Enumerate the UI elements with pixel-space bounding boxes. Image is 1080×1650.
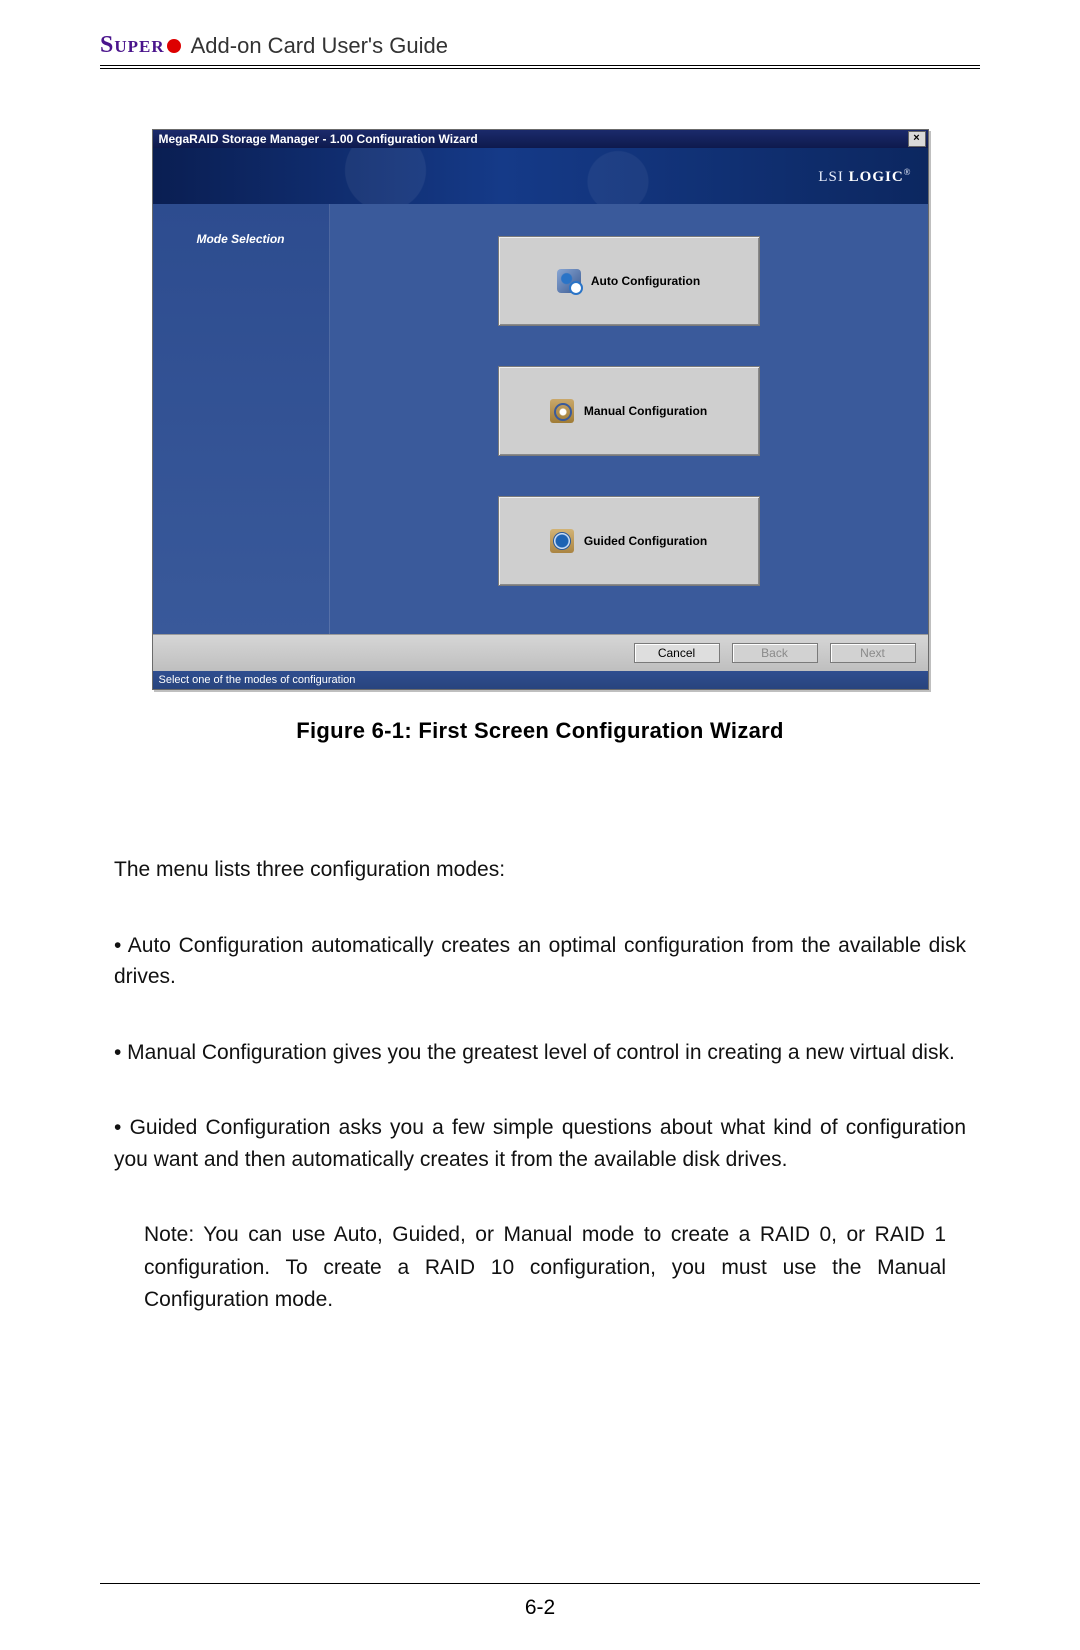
bullet-manual: • Manual Configuration gives you the gre…: [114, 1037, 966, 1069]
document-page: Super Add-on Card User's Guide MegaRAID …: [0, 0, 1080, 1650]
intro-paragraph: The menu lists three configuration modes…: [114, 854, 966, 886]
auto-config-icon: [557, 269, 581, 293]
auto-config-label: Auto Configuration: [591, 274, 700, 288]
manual-config-icon: [550, 399, 574, 423]
footer-rule: [100, 1583, 980, 1584]
options-area: Auto Configuration Manual Configuration …: [330, 204, 928, 634]
window-titlebar: MegaRAID Storage Manager - 1.00 Configur…: [153, 130, 928, 148]
page-number: 6-2: [0, 1596, 1080, 1620]
window-button-bar: Cancel Back Next: [153, 634, 928, 671]
cancel-button[interactable]: Cancel: [634, 643, 720, 663]
window-title: MegaRAID Storage Manager - 1.00 Configur…: [159, 132, 478, 146]
guided-config-icon: [550, 529, 574, 553]
next-button[interactable]: Next: [830, 643, 916, 663]
window-banner: LSI LOGIC®: [153, 148, 928, 204]
bullet-auto: • Auto Configuration automatically creat…: [114, 930, 966, 993]
close-icon[interactable]: ×: [908, 131, 926, 147]
window-statusbar: Select one of the modes of configuration: [153, 671, 928, 689]
side-panel-label: Mode Selection: [196, 232, 284, 246]
note-paragraph: Note: You can use Auto, Guided, or Manua…: [144, 1219, 946, 1317]
brand-logo-text: Super: [100, 32, 165, 59]
manual-configuration-button[interactable]: Manual Configuration: [498, 366, 760, 456]
bullet-guided: • Guided Configuration asks you a few si…: [114, 1112, 966, 1175]
header-title: Add-on Card User's Guide: [191, 33, 448, 59]
guided-configuration-button[interactable]: Guided Configuration: [498, 496, 760, 586]
page-header: Super Add-on Card User's Guide: [100, 32, 980, 69]
brand-logo-dot-icon: [167, 39, 181, 53]
figure-caption: Figure 6-1: First Screen Configuration W…: [100, 718, 980, 744]
brand-logo: Super: [100, 32, 181, 59]
banner-brand: LSI LOGIC®: [818, 167, 911, 186]
window-body: Mode Selection Auto Configuration Manual…: [153, 204, 928, 634]
auto-configuration-button[interactable]: Auto Configuration: [498, 236, 760, 326]
back-button[interactable]: Back: [732, 643, 818, 663]
status-text: Select one of the modes of configuration: [159, 674, 356, 686]
wizard-window: MegaRAID Storage Manager - 1.00 Configur…: [152, 129, 929, 690]
side-panel: Mode Selection: [153, 204, 330, 634]
manual-config-label: Manual Configuration: [584, 404, 707, 418]
guided-config-label: Guided Configuration: [584, 534, 707, 548]
